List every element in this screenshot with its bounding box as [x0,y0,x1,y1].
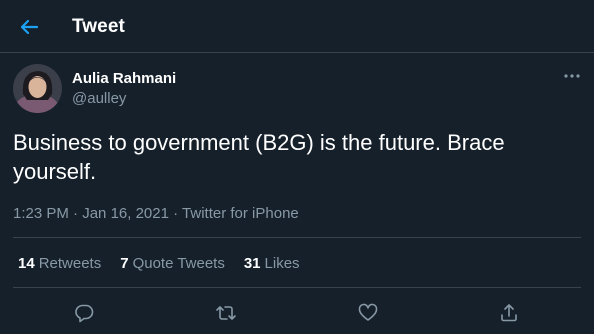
share-button[interactable] [496,300,522,326]
reply-icon [74,303,94,323]
likes-label: Likes [264,255,300,272]
retweets-count: 14 [18,255,35,272]
retweets-stat[interactable]: 14 Retweets [18,255,101,272]
like-icon [358,303,378,323]
back-button[interactable] [14,12,44,42]
tweet-source[interactable]: Twitter for iPhone [182,205,299,222]
author-handle[interactable]: @aulley [72,90,126,107]
share-icon [499,303,519,323]
retweet-icon [215,303,237,323]
tweet-meta: 1:23 PM · Jan 16, 2021 · Twitter for iPh… [13,205,299,222]
quote-tweets-label: Quote Tweets [132,255,225,272]
more-options-button[interactable] [560,66,584,86]
reply-button[interactable] [71,300,97,326]
meta-separator: · [73,205,83,222]
author-name[interactable]: Aulia Rahmani [72,70,176,87]
divider [13,287,581,288]
tweet-text: Business to government (B2G) is the futu… [13,130,505,184]
tweet-time[interactable]: 1:23 PM [13,205,69,222]
retweet-button[interactable] [213,300,239,326]
tweet-stats: 14 Retweets 7 Quote Tweets 31 Likes [18,255,319,272]
arrow-left-icon [19,17,39,37]
tweet-header: Tweet [0,0,594,53]
tweet-date[interactable]: Jan 16, 2021 [82,205,169,222]
like-button[interactable] [355,300,381,326]
likes-stat[interactable]: 31 Likes [244,255,300,272]
likes-count: 31 [243,255,261,272]
divider [13,237,581,238]
meta-separator: · [173,205,183,222]
quote-tweets-count: 7 [120,255,129,272]
more-icon [564,74,580,78]
retweets-label: Retweets [38,255,102,272]
page-title: Tweet [72,16,125,37]
quote-tweets-stat[interactable]: 7 Quote Tweets [120,255,225,272]
avatar[interactable] [13,64,62,113]
